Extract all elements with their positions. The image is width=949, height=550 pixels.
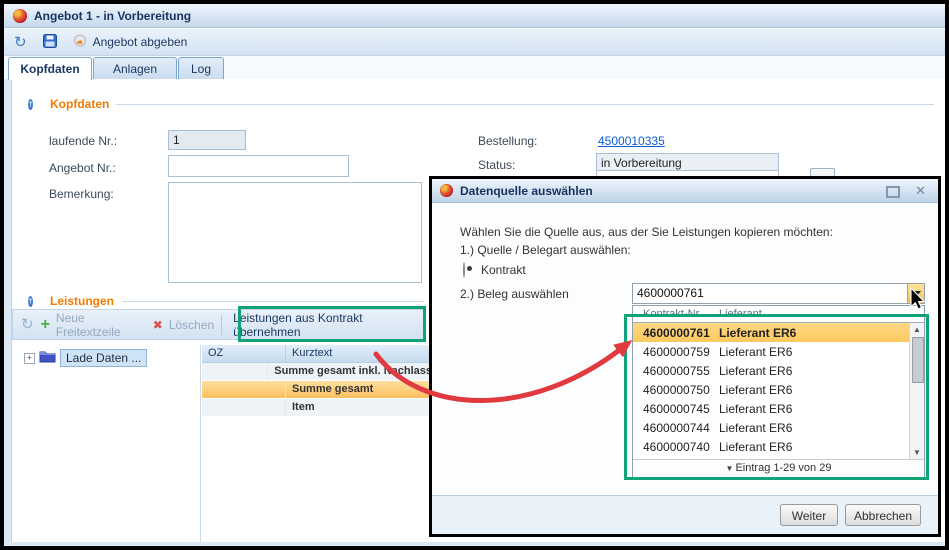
tab-anlagen[interactable]: Anlagen bbox=[93, 57, 177, 79]
table-row[interactable]: Item bbox=[202, 399, 432, 417]
tree-item-lade-daten[interactable]: + Lade Daten ... bbox=[20, 345, 200, 367]
dialog-step2-label: 2.) Beleg auswählen bbox=[460, 287, 569, 301]
bestellung-link[interactable]: 4500010335 bbox=[598, 134, 665, 148]
contract-dropdown-list: Kontrakt-Nr. Lieferant 4600000761Liefera… bbox=[632, 305, 925, 479]
weiter-button[interactable]: Weiter bbox=[780, 504, 838, 526]
leistungen-toolbar: ↻ + Neue Freitextzeile ✖ Löschen Leistun… bbox=[12, 309, 426, 340]
submit-offer-icon bbox=[73, 34, 87, 50]
bemerkung-field[interactable] bbox=[168, 182, 422, 283]
dialog-close-icon[interactable]: ✕ bbox=[915, 183, 926, 199]
dropdown-header-row: Kontrakt-Nr. Lieferant bbox=[633, 306, 924, 323]
datenquelle-dialog: Datenquelle auswählen ✕ Wählen Sie die Q… bbox=[429, 176, 941, 537]
dialog-footer: Weiter Abbrechen bbox=[432, 495, 938, 534]
main-title-bar: Angebot 1 - in Vorbereitung bbox=[4, 4, 945, 28]
app-icon bbox=[13, 9, 27, 23]
table-cell-kurztext: Item bbox=[286, 399, 432, 416]
leistungen-table: OZ Kurztext Summe gesamt inkl. Nachlass … bbox=[202, 345, 432, 542]
abbrechen-button[interactable]: Abbrechen bbox=[845, 504, 921, 526]
tab-log[interactable]: Log bbox=[178, 57, 224, 79]
submit-offer-button[interactable]: Angebot abgeben bbox=[73, 34, 188, 50]
scroll-up-icon[interactable]: ▲ bbox=[910, 324, 924, 336]
tab-strip: Kopfdaten Anlagen Log bbox=[4, 56, 945, 80]
dropdown-col-kontraktnr: Kontrakt-Nr. bbox=[633, 306, 707, 322]
scrollbar-thumb[interactable] bbox=[912, 337, 924, 383]
plus-icon: + bbox=[41, 318, 50, 332]
table-cell-kurztext: Summe gesamt bbox=[286, 381, 432, 398]
leistungen-section-icon[interactable]: ↑ bbox=[28, 293, 33, 309]
footer-label: Eintrag 1-29 von 29 bbox=[735, 462, 831, 474]
save-icon[interactable] bbox=[43, 34, 57, 51]
kopfdaten-section-title: Kopfdaten bbox=[50, 97, 109, 111]
laufende-nr-label: laufende Nr.: bbox=[49, 134, 117, 148]
submit-offer-label: Angebot abgeben bbox=[93, 35, 188, 49]
dropdown-row[interactable]: 4600000745Lieferant ER6 bbox=[633, 399, 909, 418]
window-frame-bottom bbox=[4, 542, 945, 546]
beleg-combobox[interactable]: 4600000761 bbox=[632, 283, 925, 304]
table-header-row: OZ Kurztext bbox=[202, 345, 432, 363]
table-row-selected[interactable]: Summe gesamt bbox=[202, 381, 432, 399]
dropdown-row[interactable]: 4600000759Lieferant ER6 bbox=[633, 342, 909, 361]
toolbar-separator bbox=[221, 315, 222, 335]
bemerkung-label: Bemerkung: bbox=[49, 187, 114, 201]
tab-kopfdaten[interactable]: Kopfdaten bbox=[8, 57, 92, 80]
combobox-dropdown-button[interactable] bbox=[907, 284, 924, 303]
dropdown-col-lieferant: Lieferant bbox=[707, 306, 762, 322]
kontrakt-radio-label: Kontrakt bbox=[481, 263, 526, 277]
refresh-icon[interactable]: ↻ bbox=[14, 35, 27, 50]
window-frame-left bbox=[4, 79, 12, 546]
kopfdaten-section-line bbox=[116, 104, 934, 105]
dropdown-row[interactable]: 4600000740Lieferant ER6 bbox=[633, 437, 909, 456]
leistungen-section-title: Leistungen bbox=[50, 294, 114, 308]
leistungen-tree-panel: + Lade Daten ... bbox=[20, 345, 201, 542]
dialog-maximize-icon[interactable] bbox=[886, 186, 900, 198]
copy-from-contract-button[interactable]: Leistungen aus Kontrakt übernehmen bbox=[229, 311, 425, 339]
folder-icon bbox=[39, 350, 56, 366]
dialog-title: Datenquelle auswählen bbox=[460, 184, 593, 198]
dropdown-scrollbar[interactable]: ▲ ▼ bbox=[909, 323, 924, 460]
dropdown-row-selected[interactable]: 4600000761Lieferant ER6 bbox=[633, 323, 909, 342]
dropdown-row[interactable]: 4600000755Lieferant ER6 bbox=[633, 361, 909, 380]
dialog-intro-text: Wählen Sie die Quelle aus, aus der Sie L… bbox=[460, 225, 833, 239]
leistungen-refresh-icon[interactable]: ↻ bbox=[21, 317, 34, 332]
table-row[interactable]: Summe gesamt inkl. Nachlass bbox=[202, 363, 432, 381]
new-freetext-button[interactable]: + Neue Freitextzeile bbox=[41, 311, 146, 339]
leistungen-section-line bbox=[122, 301, 424, 302]
angebot-nr-label: Angebot Nr.: bbox=[49, 161, 116, 175]
dropdown-rows: 4600000761Lieferant ER6 4600000759Liefer… bbox=[633, 323, 909, 460]
scroll-down-icon[interactable]: ▼ bbox=[910, 447, 924, 459]
laufende-nr-field[interactable] bbox=[168, 130, 246, 150]
dropdown-footer[interactable]: ▼Eintrag 1-29 von 29 bbox=[633, 459, 924, 478]
status-label: Status: bbox=[478, 158, 515, 172]
dialog-step1-label: 1.) Quelle / Belegart auswählen: bbox=[460, 243, 631, 257]
main-toolbar: ↻ Angebot abgeben bbox=[4, 29, 945, 56]
window-title: Angebot 1 - in Vorbereitung bbox=[34, 9, 191, 23]
footer-triangle-icon: ▼ bbox=[726, 464, 734, 473]
tree-item-label: Lade Daten ... bbox=[60, 349, 147, 367]
dropdown-row[interactable]: 4600000744Lieferant ER6 bbox=[633, 418, 909, 437]
tree-expand-icon[interactable]: + bbox=[24, 353, 35, 364]
table-cell-kurztext: Summe gesamt inkl. Nachlass bbox=[268, 363, 432, 380]
kopfdaten-section-icon[interactable]: ↑ bbox=[28, 96, 33, 112]
dialog-title-bar: Datenquelle auswählen bbox=[432, 179, 938, 203]
delete-label: Löschen bbox=[169, 318, 214, 332]
delete-button[interactable]: ✖ Löschen bbox=[153, 318, 214, 332]
col-header-kurztext[interactable]: Kurztext bbox=[286, 345, 432, 362]
col-header-oz[interactable]: OZ bbox=[202, 345, 286, 362]
dropdown-row[interactable]: 4600000750Lieferant ER6 bbox=[633, 380, 909, 399]
new-freetext-label: Neue Freitextzeile bbox=[56, 311, 146, 339]
screenshot-root: Angebot 1 - in Vorbereitung ↻ Angebot ab… bbox=[0, 0, 949, 550]
dialog-icon bbox=[440, 184, 453, 197]
kontrakt-radio[interactable] bbox=[463, 262, 465, 278]
bestellung-label: Bestellung: bbox=[478, 134, 537, 148]
combobox-value: 4600000761 bbox=[637, 286, 704, 300]
angebot-nr-field[interactable] bbox=[168, 155, 349, 177]
delete-x-icon: ✖ bbox=[153, 318, 163, 332]
